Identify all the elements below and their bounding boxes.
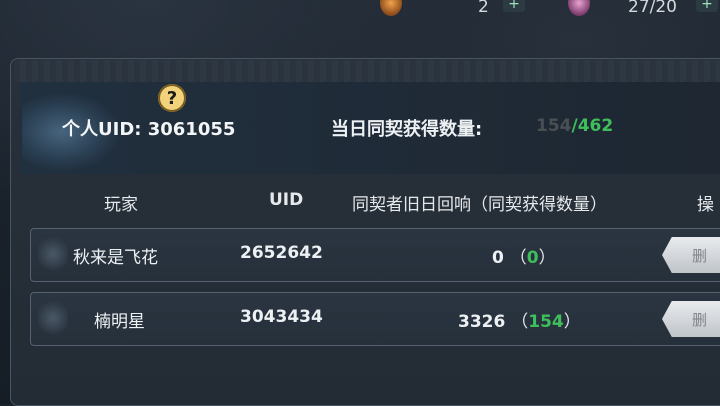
- delete-button[interactable]: 删: [662, 301, 720, 337]
- personal-uid: 个人UID: 3061055: [62, 119, 236, 140]
- pink-gem-icon: [568, 0, 590, 16]
- player-uid: 3043434: [240, 307, 323, 327]
- header-response: 同契者旧日回响（同契获得数量）: [352, 195, 607, 215]
- question-mark-icon[interactable]: ?: [158, 84, 186, 112]
- currency-count-1: 2: [478, 0, 489, 17]
- daily-total: 462: [577, 116, 614, 136]
- header-uid: UID: [269, 190, 304, 210]
- gain-value: 154: [528, 312, 564, 332]
- orange-gem-icon: [380, 0, 402, 16]
- gain-value: 0: [526, 248, 539, 268]
- daily-bond-value: 154/462: [536, 116, 613, 136]
- header-player: 玩家: [104, 195, 138, 215]
- row-decoration: [38, 234, 68, 274]
- daily-bond-label: 当日同契获得数量:: [331, 119, 483, 140]
- row-decoration: [38, 298, 68, 338]
- player-uid: 2652642: [240, 243, 323, 263]
- player-name: 秋来是飞花: [73, 248, 158, 268]
- panel-decoration: [14, 60, 720, 82]
- currency-count-2: 27/20: [628, 0, 677, 17]
- delete-button[interactable]: 删: [662, 237, 720, 273]
- top-hud: 2 + 27/20 +: [0, 0, 720, 20]
- plus-icon[interactable]: +: [696, 0, 718, 12]
- daily-current: 154: [536, 116, 572, 136]
- player-echo: 3326 （154）: [458, 312, 581, 332]
- player-echo: 0 （0）: [492, 248, 556, 268]
- echo-value: 0: [492, 248, 504, 268]
- plus-icon[interactable]: +: [503, 0, 525, 12]
- player-name: 楠明星: [94, 312, 145, 332]
- echo-value: 3326: [458, 312, 506, 332]
- header-operation: 操: [697, 195, 714, 215]
